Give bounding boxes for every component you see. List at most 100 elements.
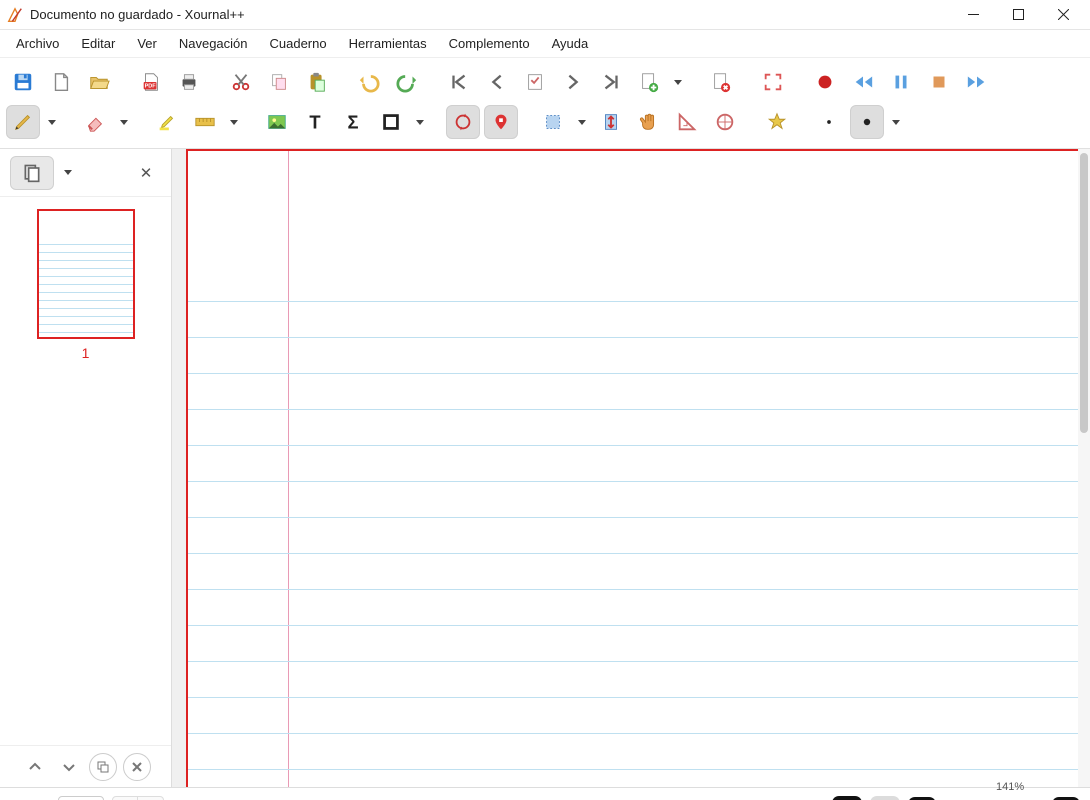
menubar: Archivo Editar Ver Navegación Cuaderno H…	[0, 30, 1090, 58]
toolbar-row-2: T Σ	[6, 102, 1084, 142]
rewind-button[interactable]	[846, 65, 880, 99]
select-rect-button[interactable]	[536, 105, 570, 139]
menu-archivo[interactable]: Archivo	[6, 32, 69, 55]
delete-page-button[interactable]	[704, 65, 738, 99]
redo-button[interactable]	[390, 65, 424, 99]
scrollbar-thumb[interactable]	[1080, 153, 1088, 433]
vertical-scrollbar[interactable]	[1078, 149, 1090, 787]
page-number-input[interactable]	[58, 796, 104, 800]
menu-herramientas[interactable]: Herramientas	[339, 32, 437, 55]
pen-tool-button[interactable]	[6, 105, 40, 139]
view-zoomfit-button[interactable]	[870, 796, 900, 800]
pen-size-dropdown[interactable]	[888, 120, 904, 125]
app-icon	[6, 6, 24, 24]
cut-button[interactable]	[224, 65, 258, 99]
pen-medium-button[interactable]	[850, 105, 884, 139]
eraser-tool-button[interactable]	[78, 105, 112, 139]
close-button[interactable]	[1041, 0, 1086, 29]
save-button[interactable]	[6, 65, 40, 99]
svg-text:Σ: Σ	[348, 111, 359, 132]
sidebar-duplicate-button[interactable]	[89, 753, 117, 781]
annotated-page-button[interactable]	[518, 65, 552, 99]
view-zoom100-button[interactable]: 1	[832, 796, 862, 800]
export-pdf-button[interactable]: PDF	[134, 65, 168, 99]
last-page-button[interactable]	[594, 65, 628, 99]
pen-thin-button[interactable]	[812, 105, 846, 139]
page-canvas[interactable]	[186, 149, 1086, 787]
next-page-button[interactable]	[556, 65, 590, 99]
main-area: ✕ 1	[0, 149, 1090, 787]
compass-button[interactable]	[708, 105, 742, 139]
svg-text:T: T	[309, 111, 320, 132]
undo-button[interactable]	[352, 65, 386, 99]
sidebar-bottom	[0, 745, 171, 787]
print-button[interactable]	[172, 65, 206, 99]
statusbar: Página − + de 1 Capa Capa 1 ⌄ 1 − 141% +	[0, 787, 1090, 800]
vertical-space-button[interactable]	[594, 105, 628, 139]
fullscreen-button[interactable]	[756, 65, 790, 99]
ruler-dropdown[interactable]	[226, 120, 242, 125]
pen-tool-dropdown[interactable]	[44, 120, 60, 125]
text-tool-button[interactable]: T	[298, 105, 332, 139]
shape-tool-button[interactable]	[374, 105, 408, 139]
copy-button[interactable]	[262, 65, 296, 99]
window-title: Documento no guardado - Xournal++	[30, 7, 951, 22]
zoom-out-button[interactable]: −	[908, 797, 936, 800]
svg-text:PDF: PDF	[145, 84, 157, 90]
eraser-tool-dropdown[interactable]	[116, 120, 132, 125]
first-page-button[interactable]	[442, 65, 476, 99]
thumbnail-label: 1	[12, 345, 159, 361]
canvas-scroll[interactable]	[172, 149, 1090, 787]
select-dropdown[interactable]	[574, 120, 590, 125]
menu-navegacion[interactable]: Navegación	[169, 32, 258, 55]
record-button[interactable]	[808, 65, 842, 99]
new-button[interactable]	[44, 65, 78, 99]
zoom-slider-wrap: 141%	[944, 795, 1044, 800]
thumbnail-list: 1	[0, 197, 171, 745]
insert-page-button[interactable]	[632, 65, 666, 99]
sidebar-up-button[interactable]	[21, 753, 49, 781]
hand-tool-button[interactable]	[632, 105, 666, 139]
favorite-button[interactable]	[760, 105, 794, 139]
menu-ayuda[interactable]: Ayuda	[542, 32, 599, 55]
maximize-button[interactable]	[996, 0, 1041, 29]
forward-button[interactable]	[960, 65, 994, 99]
sidebar: ✕ 1	[0, 149, 172, 787]
tex-tool-button[interactable]: Σ	[336, 105, 370, 139]
insert-page-dropdown[interactable]	[670, 80, 686, 85]
paste-button[interactable]	[300, 65, 334, 99]
rotate-snap-button[interactable]	[446, 105, 480, 139]
sidebar-top: ✕	[0, 149, 171, 197]
thumbnail-lines	[39, 237, 133, 337]
page-thumbnail-1[interactable]	[37, 209, 135, 339]
page-decrement-button[interactable]: −	[112, 796, 138, 800]
titlebar: Documento no guardado - Xournal++	[0, 0, 1090, 30]
menu-complemento[interactable]: Complemento	[439, 32, 540, 55]
pause-button[interactable]	[884, 65, 918, 99]
page-increment-button[interactable]: +	[138, 796, 164, 800]
canvas-ruled-lines	[188, 266, 1084, 787]
zoom-in-button[interactable]: +	[1052, 797, 1080, 800]
shape-tool-dropdown[interactable]	[412, 120, 428, 125]
view-dualpage-button[interactable]	[756, 796, 786, 800]
image-tool-button[interactable]	[260, 105, 294, 139]
sidebar-close-button[interactable]: ✕	[131, 158, 161, 188]
toolbar-row-1: PDF	[6, 62, 1084, 102]
sidebar-down-button[interactable]	[55, 753, 83, 781]
sidebar-view-dropdown[interactable]	[60, 170, 76, 175]
toolbars: PDF	[0, 58, 1090, 149]
setsquare-button[interactable]	[670, 105, 704, 139]
sidebar-delete-button[interactable]	[123, 753, 151, 781]
view-presentation-button[interactable]	[794, 796, 824, 800]
sidebar-view-selector[interactable]	[10, 156, 54, 190]
ruler-tool-button[interactable]	[188, 105, 222, 139]
stop-button[interactable]	[922, 65, 956, 99]
highlighter-tool-button[interactable]	[150, 105, 184, 139]
menu-editar[interactable]: Editar	[71, 32, 125, 55]
grid-snap-button[interactable]	[484, 105, 518, 139]
menu-ver[interactable]: Ver	[127, 32, 167, 55]
prev-page-button[interactable]	[480, 65, 514, 99]
open-button[interactable]	[82, 65, 116, 99]
minimize-button[interactable]	[951, 0, 996, 29]
menu-cuaderno[interactable]: Cuaderno	[260, 32, 337, 55]
